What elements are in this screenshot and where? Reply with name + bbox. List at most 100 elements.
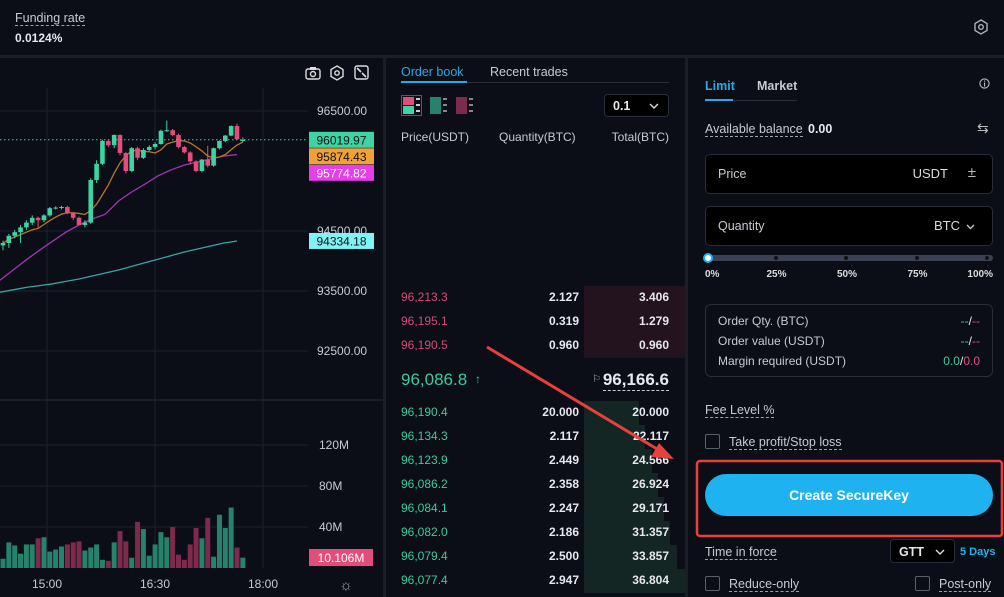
volume-bar <box>146 555 152 568</box>
candlestick-chart[interactable]: 96500.0094500.0093500.0092500.00120M80M4… <box>0 58 383 597</box>
bid-row[interactable]: 96,134.3 2.117 22.117 <box>401 425 669 449</box>
ask-row[interactable]: 96,190.5 0.960 0.960 <box>401 334 669 356</box>
chevron-down-icon[interactable] <box>966 224 975 230</box>
precision-select[interactable]: 0.1 <box>604 94 669 117</box>
price-chart-panel[interactable]: 96500.00 94500.00 93500.00 92500.00 120M 80M 4… <box>0 58 383 597</box>
buy-value: -- <box>960 334 969 348</box>
volume-bar <box>0 558 6 568</box>
candle <box>106 139 111 147</box>
tpsl-checkbox[interactable] <box>705 434 720 449</box>
create-securekey-button[interactable]: Create SecureKey <box>705 474 993 516</box>
slider-tick[interactable] <box>844 256 848 260</box>
volume-bar <box>64 544 70 568</box>
price-label: Price <box>718 167 747 181</box>
theme-sun-icon[interactable]: ☼ <box>339 577 353 594</box>
funding-rate-label[interactable]: Funding rate <box>15 11 86 26</box>
time-in-force-label[interactable]: Time in force <box>705 545 777 560</box>
bid-total: 22.117 <box>632 429 669 443</box>
bid-row[interactable]: 96,123.9 2.449 24.566 <box>401 449 669 473</box>
reduce-only-label[interactable]: Reduce-only <box>729 577 800 592</box>
sell-value: -- <box>972 334 980 348</box>
flag-icon: ⚐ <box>592 374 601 385</box>
orderbook-view-icons <box>401 95 473 116</box>
ask-row[interactable]: 96,213.3 2.127 3.406 <box>401 286 685 358</box>
quantity-input[interactable]: Quantity BTC <box>705 206 993 246</box>
top-bar: Funding rate 0.0124% <box>0 0 1004 55</box>
reduce-only-checkbox[interactable] <box>705 576 720 591</box>
bid-total: 20.000 <box>632 405 669 419</box>
slider-handle[interactable] <box>703 253 713 263</box>
slider-mark-label: 25% <box>766 269 787 280</box>
time-in-force-days: 5 Days <box>960 546 996 558</box>
bid-row[interactable]: 96,082.0 2.186 31.357 <box>401 521 670 545</box>
info-icon[interactable] <box>979 78 990 89</box>
buy-value: 0.0 <box>943 354 960 368</box>
summary-value: --/-- <box>961 314 980 328</box>
slider-tick[interactable] <box>985 256 989 260</box>
ask-total: 1.279 <box>638 314 669 328</box>
slider-tick[interactable] <box>773 256 778 260</box>
candle <box>41 214 47 222</box>
candle <box>217 140 222 150</box>
candle <box>59 205 64 210</box>
order-book-panel: Order book Recent trades 0.1 Price(USDT)… <box>386 58 685 597</box>
ma-mid-line <box>0 153 238 281</box>
tab-market[interactable]: Market <box>757 79 797 93</box>
tab-order-book[interactable]: Order book <box>401 65 464 79</box>
bid-price: 96,082.0 <box>401 525 448 539</box>
bids-only-icon[interactable] <box>430 97 447 114</box>
quantity-label: Quantity <box>718 219 765 233</box>
bid-row[interactable]: 96,084.1 2.247 29.171 <box>401 497 669 521</box>
mark-price[interactable]: 96,166.6 <box>602 370 669 391</box>
volume-bar <box>129 557 135 568</box>
candle <box>223 135 228 143</box>
tab-limit[interactable]: Limit <box>705 79 735 93</box>
bid-price: 96,086.2 <box>401 477 448 491</box>
last-price: 96,086.8 <box>401 370 468 389</box>
candle <box>24 220 29 230</box>
candle <box>111 134 117 149</box>
post-only-label[interactable]: Post-only <box>939 577 992 592</box>
fee-level-label[interactable]: Fee Level % <box>705 403 775 418</box>
volume-bar <box>94 544 100 568</box>
bid-row[interactable]: 96,086.2 2.358 26.924 <box>401 473 669 497</box>
candle <box>65 205 70 215</box>
volume-badge-label: 10.106M <box>318 551 365 565</box>
summary-label: Margin required (USDT) <box>718 354 847 368</box>
price-input[interactable]: Price USDT ± <box>705 154 993 194</box>
tab-recent-trades[interactable]: Recent trades <box>490 65 568 79</box>
ask-row[interactable]: 96,195.1 0.319 1.279 <box>401 310 669 332</box>
quantity-unit[interactable]: BTC <box>934 218 960 233</box>
bid-row[interactable]: 96,077.4 2.947 36.804 <box>401 569 685 593</box>
tpsl-label[interactable]: Take profit/Stop loss <box>729 435 842 450</box>
both-sides-icon[interactable] <box>401 95 422 116</box>
transfer-icon[interactable]: ⇆ <box>977 120 989 137</box>
candle <box>193 160 199 173</box>
bid-row[interactable]: 96,079.4 2.500 33.857 <box>401 545 677 569</box>
precision-value: 0.1 <box>613 99 631 113</box>
volume-bar <box>187 544 193 568</box>
volume-bar <box>35 538 41 568</box>
candle <box>135 147 140 161</box>
summary-value: --/-- <box>961 334 980 348</box>
slider-tick[interactable] <box>914 256 919 260</box>
bid-price: 96,190.4 <box>401 405 448 419</box>
ask-total: 3.406 <box>638 290 669 304</box>
asks-only-icon[interactable] <box>456 97 473 114</box>
volume-bar <box>240 557 246 568</box>
time-in-force-select[interactable]: GTT <box>890 539 955 563</box>
volume-bar <box>228 507 234 568</box>
volume-tick: 40M <box>319 520 342 534</box>
post-only-checkbox[interactable] <box>915 576 930 591</box>
plus-minus-icon[interactable]: ± <box>968 164 976 181</box>
volume-bar <box>164 537 170 568</box>
available-balance-label[interactable]: Available balance <box>705 122 803 137</box>
chevron-down-icon <box>935 549 945 555</box>
volume-bar <box>41 537 47 568</box>
quantity-slider[interactable] <box>705 255 993 261</box>
gear-icon[interactable] <box>973 19 989 35</box>
bid-row[interactable]: 96,190.4 20.000 20.000 <box>401 401 669 425</box>
column-quantity: Quantity(BTC) <box>499 130 576 144</box>
bid-qty: 2.947 <box>548 573 579 587</box>
candle <box>100 139 105 165</box>
